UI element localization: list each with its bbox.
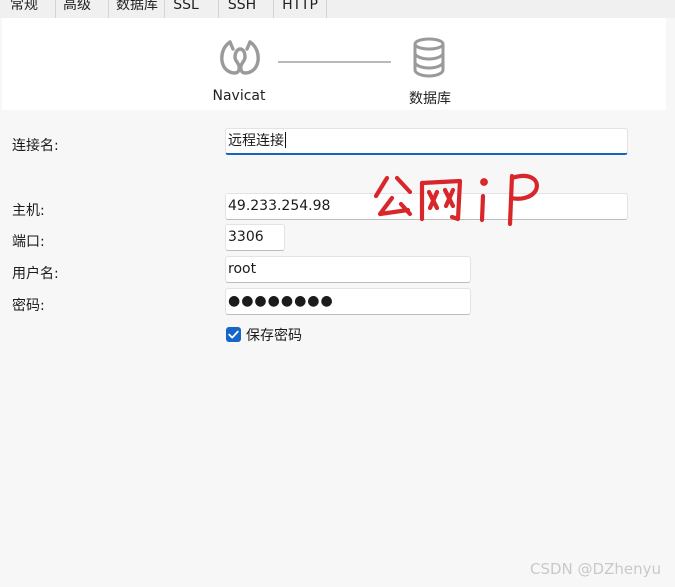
port-label: 端口: [12, 234, 45, 250]
host-label: 主机: [12, 203, 45, 219]
host-value: 49.233.254.98 [228, 198, 331, 214]
connection-name-value: 远程连接 [228, 133, 284, 149]
connection-name-input[interactable]: 远程连接 [225, 128, 628, 155]
tab-ssl[interactable]: SSL [170, 0, 202, 18]
checkmark-icon [228, 330, 239, 339]
tab-separator [55, 0, 56, 18]
tab-advanced[interactable]: 高级 [60, 0, 94, 18]
connection-line [278, 61, 391, 63]
connection-banner [2, 18, 666, 110]
port-value: 3306 [228, 229, 264, 245]
username-input[interactable]: root [225, 256, 471, 283]
password-value: ●●●●●●●● [228, 293, 334, 309]
database-icon [413, 37, 445, 78]
handwritten-annotation [373, 173, 539, 227]
username-value: root [228, 261, 257, 277]
port-input[interactable]: 3306 [225, 224, 285, 251]
save-password-checkbox[interactable] [226, 327, 241, 342]
tab-general[interactable]: 常规 [6, 0, 42, 18]
navicat-label: Navicat [212, 88, 266, 104]
password-label: 密码: [12, 298, 45, 314]
tab-bar: 常规 高级 数据库 SSL SSH HTTP [0, 0, 675, 18]
watermark: CSDN @DZhenyu [530, 560, 661, 578]
tab-separator [218, 0, 219, 18]
database-label: 数据库 [409, 91, 451, 107]
text-caret [285, 132, 286, 148]
password-input[interactable]: ●●●●●●●● [225, 288, 471, 315]
tab-separator [273, 0, 274, 18]
save-password-label: 保存密码 [246, 328, 302, 344]
tab-database[interactable]: 数据库 [112, 0, 162, 18]
tab-ssh[interactable]: SSH [225, 0, 259, 18]
tab-separator [108, 0, 109, 18]
tab-http[interactable]: HTTP [279, 0, 321, 18]
connection-name-label: 连接名: [12, 138, 59, 154]
username-label: 用户名: [12, 266, 59, 282]
tab-separator [326, 0, 327, 18]
navicat-icon [220, 40, 260, 75]
tab-separator [164, 0, 165, 18]
